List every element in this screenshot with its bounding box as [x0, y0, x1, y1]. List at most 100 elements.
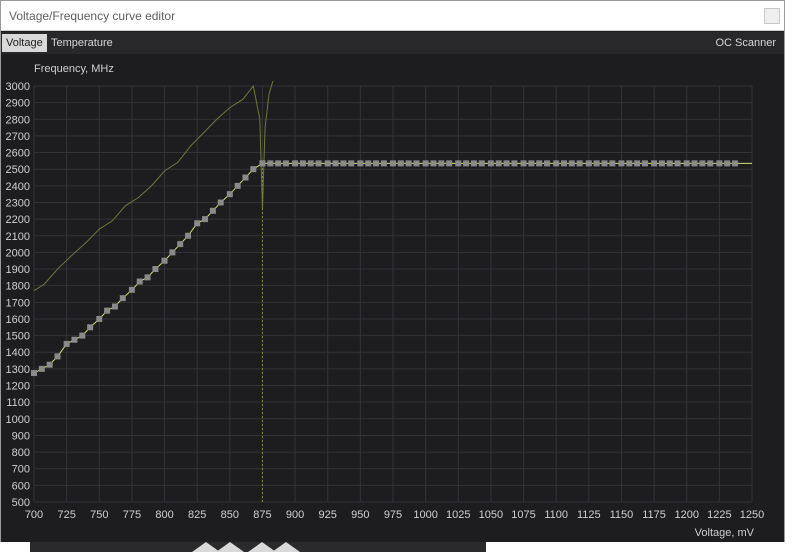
tab-oc-scanner[interactable]: OC Scanner [711, 34, 780, 52]
vf-flat-point [348, 160, 355, 167]
vf-flat-point [495, 160, 502, 167]
vf-flat-point [380, 160, 387, 167]
vf-curve-point [226, 191, 233, 198]
vf-flat-point [373, 160, 380, 167]
title-bar[interactable]: Voltage/Frequency curve editor [1, 1, 784, 31]
x-tick-label: 700 [25, 509, 43, 521]
vf-flat-point [275, 160, 282, 167]
vf-flat-point [422, 160, 429, 167]
x-tick-label: 800 [155, 509, 173, 521]
y-tick-label: 700 [12, 464, 30, 476]
vf-curve-point [87, 324, 94, 331]
vf-flat-point [463, 160, 470, 167]
vf-flat-point [626, 160, 633, 167]
vf-curve-point [242, 174, 249, 181]
vf-flat-point [390, 160, 396, 167]
y-tick-label: 1400 [6, 347, 30, 359]
x-tick-label: 725 [57, 509, 75, 521]
tab-temperature[interactable]: Temperature [47, 34, 117, 52]
vf-flat-point [544, 160, 551, 167]
vf-curve-point [71, 336, 78, 343]
vf-flat-point [528, 160, 535, 167]
tab-voltage[interactable]: Voltage [2, 34, 47, 52]
vf-flat-point [641, 160, 648, 167]
x-tick-label: 925 [319, 509, 337, 521]
x-tick-label: 1125 [577, 509, 601, 521]
vf-flat-point [576, 160, 583, 167]
x-tick-label: 850 [221, 509, 239, 521]
vf-flat-point [324, 160, 331, 167]
vf-flat-point [593, 160, 600, 167]
vf-flat-point [707, 160, 714, 167]
vf-flat-point [699, 160, 706, 167]
vf-curve-point [152, 266, 159, 273]
tab-bar: Voltage Temperature OC Scanner [1, 32, 784, 54]
vf-flat-point [666, 160, 673, 167]
x-axis-label: Voltage, mV [695, 527, 755, 539]
y-tick-label: 1600 [6, 314, 30, 326]
vf-flat-point [299, 160, 306, 167]
y-tick-label: 900 [12, 430, 30, 442]
y-tick-label: 1300 [6, 364, 30, 376]
x-tick-label: 1250 [740, 509, 764, 521]
vf-flat-point [365, 160, 372, 167]
vf-flat-point [674, 160, 681, 167]
vf-flat-point [658, 160, 665, 167]
vf-flat-point [683, 160, 690, 167]
vf-flat-point [536, 160, 543, 167]
vf-curve-point [185, 232, 192, 239]
vf-curve-point [161, 257, 168, 264]
background-logo-fragment [192, 542, 300, 552]
vf-curve-chart[interactable]: 500 600 700 800 900 1000 1100 1200 1300 1400 1500 1… [1, 54, 784, 542]
x-tick-label: 875 [253, 509, 271, 521]
y-tick-label: 1500 [6, 331, 30, 343]
vf-curve-point [119, 295, 126, 302]
vf-curve-point [250, 166, 257, 173]
vf-curve-point [234, 182, 241, 189]
y-tick-label: 800 [12, 447, 30, 459]
vf-curve-point [136, 278, 143, 285]
vf-flat-point [397, 160, 404, 167]
vf-flat-point [561, 160, 568, 167]
y-tick-label: 3000 [6, 81, 30, 93]
vf-flat-point [292, 160, 299, 167]
vf-curve-point [169, 249, 176, 256]
y-tick-label: 2100 [6, 231, 30, 243]
x-tick-label: 1025 [446, 509, 470, 521]
x-tick-label: 1075 [511, 509, 535, 521]
vf-flat-point [487, 160, 494, 167]
vf-flat-point [332, 160, 339, 167]
vf-curve-point [217, 199, 224, 206]
vf-curve-point [79, 332, 86, 339]
vf-flat-point [568, 160, 575, 167]
y-tick-label: 1100 [6, 397, 30, 409]
vf-curve-point [46, 361, 53, 368]
close-button[interactable] [764, 8, 780, 24]
vf-flat-point [259, 160, 266, 167]
vf-curve-point [63, 340, 70, 347]
vf-flat-point [470, 160, 477, 167]
x-tick-label: 1200 [674, 509, 698, 521]
x-tick-label: 1150 [610, 509, 634, 521]
vf-flat-point [511, 160, 518, 167]
y-tick-label: 2000 [6, 247, 30, 259]
vf-flat-point [651, 160, 658, 167]
vf-flat-point [618, 160, 625, 167]
y-tick-label: 1800 [6, 281, 30, 293]
x-tick-label: 1000 [413, 509, 437, 521]
plot-area[interactable]: 500 600 700 800 900 1000 1100 1200 1300 1400 1500 1… [1, 54, 784, 547]
y-tick-label: 1200 [6, 381, 30, 393]
vf-curve-point [31, 370, 37, 377]
vf-flat-point [430, 160, 437, 167]
vf-curve-point [104, 307, 111, 314]
x-tick-label: 1050 [479, 509, 503, 521]
y-tick-label: 2800 [6, 114, 30, 126]
vf-flat-point [413, 160, 420, 167]
y-tick-label: 600 [12, 480, 30, 492]
x-tick-label: 975 [384, 509, 402, 521]
vf-flat-point [716, 160, 723, 167]
vf-flat-point [503, 160, 510, 167]
vf-curve-point [209, 207, 216, 214]
x-tick-label: 825 [188, 509, 206, 521]
vf-flat-point [478, 160, 485, 167]
